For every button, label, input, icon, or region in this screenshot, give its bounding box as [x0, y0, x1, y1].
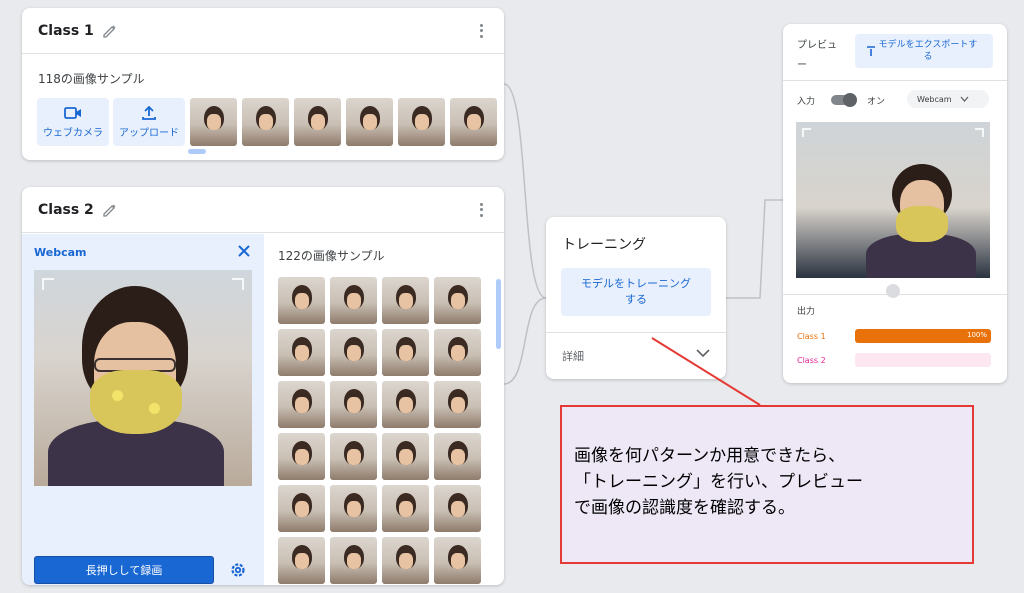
sample-thumbnail[interactable]: [434, 277, 481, 324]
arrow-down-icon: [886, 284, 900, 298]
more-vert-icon[interactable]: [474, 22, 488, 40]
webcam-feed: [34, 270, 252, 486]
preview-card: プレビュー モデルをエクスポートする 入力 オン Webcam 出力 Class…: [783, 24, 1007, 383]
flip-icon[interactable]: [42, 278, 54, 290]
input-toggle[interactable]: [831, 93, 857, 107]
sample-thumbnail[interactable]: [330, 433, 377, 480]
more-vert-icon[interactable]: [474, 201, 488, 219]
chevron-down-icon: [960, 96, 969, 102]
sample-thumbnail[interactable]: [278, 537, 325, 584]
preview-webcam-feed: [796, 122, 990, 278]
videocam-icon: [64, 107, 81, 119]
output-class2-label: Class 2: [797, 356, 826, 365]
close-icon[interactable]: [236, 243, 252, 259]
sample-thumbnail[interactable]: [382, 381, 429, 428]
horizontal-scrollbar[interactable]: [188, 149, 206, 154]
class2-card: Class 2 Webcam 長押しして録画 122の画像サンプル: [22, 187, 504, 585]
sample-thumbnail[interactable]: [278, 485, 325, 532]
sample-thumbnail[interactable]: [382, 329, 429, 376]
sample-thumbnail[interactable]: [382, 537, 429, 584]
train-model-label: モデルをトレーニング する: [581, 277, 691, 306]
sample-thumbnail[interactable]: [434, 537, 481, 584]
toggle-state-label: オン: [867, 97, 886, 107]
sample-thumbnail[interactable]: [450, 98, 497, 146]
gear-icon[interactable]: [228, 560, 248, 580]
camera-select-value: Webcam: [917, 94, 952, 104]
class1-card: Class 1 118の画像サンプル ウェブカメラ アップロード: [22, 8, 504, 160]
webcam-button-label: ウェブカメラ: [43, 128, 103, 139]
sample-thumbnail[interactable]: [330, 329, 377, 376]
pencil-icon[interactable]: [102, 202, 118, 218]
pencil-icon[interactable]: [102, 23, 118, 39]
sample-thumbnail[interactable]: [434, 485, 481, 532]
divider: [783, 80, 1007, 81]
sample-thumbnail[interactable]: [294, 98, 341, 146]
upload-button[interactable]: アップロード: [113, 98, 185, 146]
class1-thumbnails[interactable]: [190, 98, 497, 146]
sample-thumbnail[interactable]: [434, 433, 481, 480]
sample-thumbnail[interactable]: [382, 485, 429, 532]
class2-samples-label: 122の画像サンプル: [278, 249, 385, 263]
output-class1-percent: 100%: [966, 331, 987, 339]
output-class2-track: [855, 353, 991, 367]
input-label: 入力: [797, 97, 816, 107]
export-model-label: モデルをエクスポートする: [878, 40, 978, 62]
details-toggle[interactable]: 詳細: [562, 348, 584, 364]
flip-icon[interactable]: [802, 128, 811, 137]
sample-thumbnail[interactable]: [190, 98, 237, 146]
class1-samples-label: 118の画像サンプル: [38, 72, 145, 86]
upload-button-label: アップロード: [119, 128, 179, 139]
sample-thumbnail[interactable]: [398, 98, 445, 146]
chevron-down-icon[interactable]: [696, 348, 710, 358]
output-class1-label: Class 1: [797, 332, 826, 341]
camera-select[interactable]: Webcam: [907, 90, 989, 108]
divider: [546, 332, 726, 333]
preview-title: プレビュー: [797, 40, 837, 71]
webcam-panel: Webcam 長押しして録画: [22, 234, 264, 585]
export-model-button[interactable]: モデルをエクスポートする: [855, 34, 993, 68]
class2-header: Class 2: [22, 187, 504, 233]
sample-thumbnail[interactable]: [434, 381, 481, 428]
sample-thumbnail[interactable]: [278, 433, 325, 480]
sample-thumbnail[interactable]: [346, 98, 393, 146]
output-class1-bar: 100%: [855, 329, 991, 343]
sample-thumbnail[interactable]: [330, 277, 377, 324]
sample-thumbnail[interactable]: [278, 277, 325, 324]
sample-thumbnail[interactable]: [242, 98, 289, 146]
webcam-button[interactable]: ウェブカメラ: [37, 98, 109, 146]
output-class1-track: 100%: [855, 329, 991, 343]
record-button[interactable]: 長押しして録画: [34, 556, 214, 584]
vertical-scrollbar[interactable]: [496, 279, 501, 349]
sample-thumbnail[interactable]: [330, 381, 377, 428]
export-icon: [867, 46, 875, 56]
class1-header: Class 1: [22, 8, 504, 54]
sample-thumbnail[interactable]: [330, 537, 377, 584]
class2-thumbnail-grid[interactable]: [278, 277, 484, 585]
training-title: トレーニング: [562, 237, 646, 253]
sample-thumbnail[interactable]: [434, 329, 481, 376]
crop-icon[interactable]: [975, 128, 984, 137]
train-model-button[interactable]: モデルをトレーニング する: [561, 268, 711, 316]
sample-thumbnail[interactable]: [278, 329, 325, 376]
sample-thumbnail[interactable]: [278, 381, 325, 428]
class2-title[interactable]: Class 2: [38, 202, 94, 218]
annotation-text: 画像を何パターンか用意できたら、 「トレーニング」を行い、プレビュー で画像の認…: [574, 446, 863, 518]
output-label: 出力: [797, 307, 816, 317]
sample-thumbnail[interactable]: [382, 277, 429, 324]
annotation-note: 画像を何パターンか用意できたら、 「トレーニング」を行い、プレビュー で画像の認…: [560, 405, 974, 564]
sample-thumbnail[interactable]: [330, 485, 377, 532]
class1-title[interactable]: Class 1: [38, 23, 94, 39]
crop-icon[interactable]: [232, 278, 244, 290]
sample-thumbnail[interactable]: [382, 433, 429, 480]
webcam-panel-title: Webcam: [34, 246, 87, 259]
upload-icon: [142, 105, 156, 120]
training-card: トレーニング モデルをトレーニング する 詳細: [546, 217, 726, 379]
